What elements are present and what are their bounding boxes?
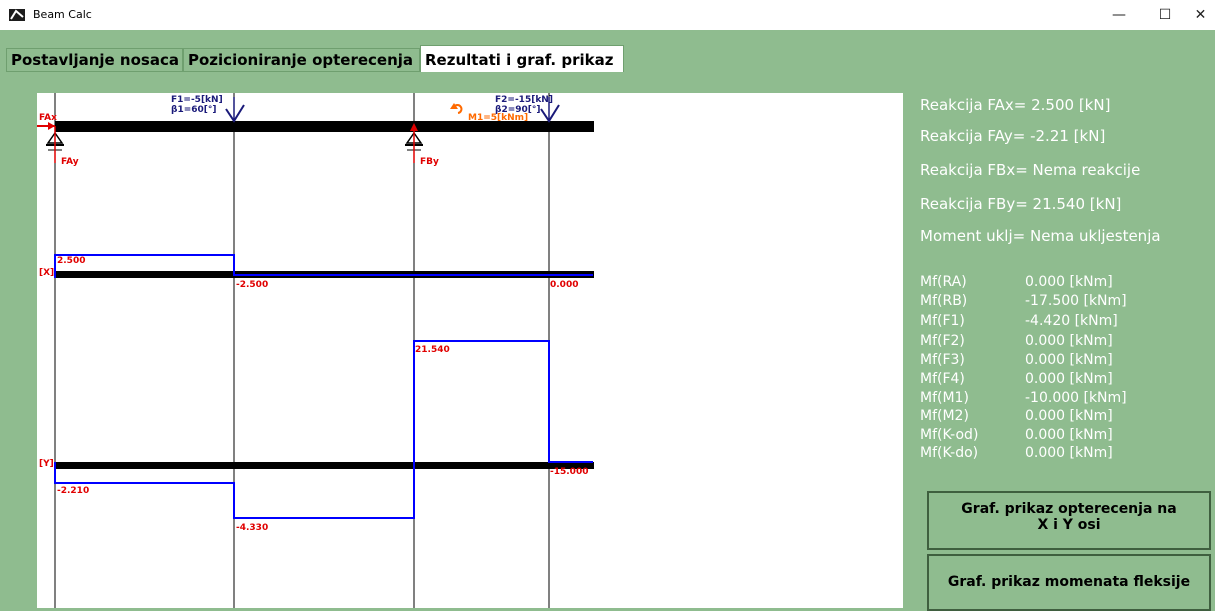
y-force-diagram xyxy=(54,340,593,519)
tab-rezultati[interactable]: Rezultati i graf. prikaz xyxy=(420,45,624,72)
mf-label: Mf(F4) xyxy=(920,371,965,387)
beam-diagram: FAx FAy FBy F1=-5[kN] β1=60[°] M1=5[kNm]… xyxy=(37,93,594,608)
mf-value: -4.420 [kNm] xyxy=(1025,313,1118,329)
tab-bar: Postavljanje nosaca Pozicioniranje opter… xyxy=(0,45,1215,72)
mf-value: 0.000 [kNm] xyxy=(1025,427,1113,443)
y-axis xyxy=(55,462,594,469)
y-value-label: 21.540 xyxy=(415,345,450,355)
mf-label: Mf(M1) xyxy=(920,390,969,406)
mf-label: Mf(F3) xyxy=(920,352,965,368)
mf-label: Mf(M2) xyxy=(920,408,969,424)
mf-label: Mf(K-od) xyxy=(920,427,979,443)
f1-angle-label: β1=60[°] xyxy=(171,105,217,115)
y-value-label: -15.000 xyxy=(550,467,588,477)
mf-value: 0.000 [kNm] xyxy=(1025,408,1113,424)
mf-label: Mf(F1) xyxy=(920,313,965,329)
app-icon xyxy=(9,9,25,21)
tab-postavljanje-nosaca[interactable]: Postavljanje nosaca xyxy=(6,48,183,72)
maximize-button[interactable]: ☐ xyxy=(1142,0,1188,30)
mf-label: Mf(RA) xyxy=(920,274,967,290)
f2-angle-label: β2=90[°] xyxy=(495,105,541,115)
mf-label: Mf(K-do) xyxy=(920,445,979,461)
x-value-label: 0.000 xyxy=(550,280,578,290)
mf-value: -10.000 [kNm] xyxy=(1025,390,1127,406)
mf-value: 0.000 [kNm] xyxy=(1025,274,1113,290)
x-value-label: -2.500 xyxy=(236,280,268,290)
load-graph-button-line2: X i Y osi xyxy=(1037,517,1101,533)
x-value-label: 2.500 xyxy=(57,256,85,266)
load-graph-button[interactable]: Graf. prikaz opterecenja na X i Y osi xyxy=(927,491,1211,550)
mf-label: Mf(RB) xyxy=(920,293,968,309)
window-title: Beam Calc xyxy=(33,8,92,21)
y-value-label: -4.330 xyxy=(236,523,268,533)
fay-label: FAy xyxy=(61,157,79,167)
title-bar: Beam Calc — ☐ ✕ xyxy=(0,0,1215,30)
load-graph-button-line1: Graf. prikaz opterecenja na xyxy=(961,501,1177,517)
fax-label: FAx xyxy=(39,113,57,123)
x-axis-label: [X] xyxy=(39,268,54,278)
minimize-button[interactable]: — xyxy=(1096,0,1142,30)
fby-label: FBy xyxy=(420,157,439,167)
tab-pozicioniranje-opterecenja[interactable]: Pozicioniranje opterecenja xyxy=(183,48,420,72)
diagram-canvas: FAx FAy FBy F1=-5[kN] β1=60[°] M1=5[kNm]… xyxy=(37,93,903,608)
close-button[interactable]: ✕ xyxy=(1186,0,1215,30)
mf-value: 0.000 [kNm] xyxy=(1025,333,1113,349)
f1-magnitude-label: F1=-5[kN] xyxy=(171,95,223,105)
reaction-fax: Reakcija FAx= 2.500 [kN] xyxy=(920,96,1111,114)
y-value-label: -2.210 xyxy=(57,486,89,496)
moment-graph-button[interactable]: Graf. prikaz momenata fleksije xyxy=(927,554,1211,611)
y-axis-label: [Y] xyxy=(39,459,54,469)
mf-value: -17.500 [kNm] xyxy=(1025,293,1127,309)
reaction-fay: Reakcija FAy= -2.21 [kN] xyxy=(920,127,1106,145)
f2-magnitude-label: F2=-15[kN] xyxy=(495,95,553,105)
reaction-fby: Reakcija FBy= 21.540 [kN] xyxy=(920,195,1122,213)
clamping-moment: Moment uklj= Nema uklјestenja xyxy=(920,227,1161,245)
reaction-fbx: Reakcija FBx= Nema reakcije xyxy=(920,161,1141,179)
mf-value: 0.000 [kNm] xyxy=(1025,371,1113,387)
mf-label: Mf(F2) xyxy=(920,333,965,349)
main-window: Postavljanje nosaca Pozicioniranje opter… xyxy=(0,30,1215,611)
mf-value: 0.000 [kNm] xyxy=(1025,352,1113,368)
mf-value: 0.000 [kNm] xyxy=(1025,445,1113,461)
